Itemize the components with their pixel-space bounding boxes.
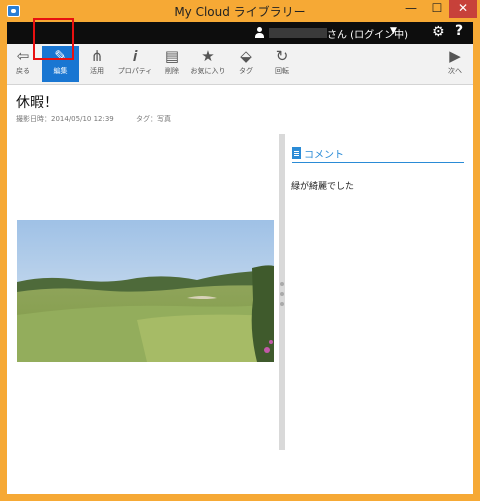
- favorite-label: お気に入り: [190, 67, 226, 75]
- minimize-button[interactable]: —: [398, 0, 424, 18]
- photo-tags[interactable]: タグ：写真: [136, 115, 171, 123]
- panel-splitter[interactable]: [279, 134, 285, 450]
- comment-title: コメント: [304, 150, 344, 161]
- highlight-box: [33, 18, 74, 60]
- comment-text[interactable]: 緑が綺麗でした: [291, 179, 354, 192]
- photo-image[interactable]: [17, 220, 274, 362]
- next-button[interactable]: ▶ 次へ: [441, 46, 469, 82]
- splitter-grip: [280, 302, 284, 306]
- properties-button[interactable]: 𝒊 プロパティ: [115, 46, 155, 82]
- photo-meta: 撮影日時：2014/05/10 12:39 タグ：写真: [16, 114, 171, 124]
- star-icon: ★: [201, 47, 215, 65]
- edit-label: 編集: [53, 67, 68, 75]
- properties-label: プロパティ: [117, 67, 153, 75]
- comment-header: コメント: [292, 146, 464, 163]
- rotate-button[interactable]: ↻ 回転: [268, 46, 296, 82]
- username-redacted: [269, 28, 327, 38]
- capture-date: 撮影日時：2014/05/10 12:39: [16, 115, 114, 123]
- toolbar: ⇦ 戻る ✎ 編集 ⋔ 活用 𝒊 プロパティ ▤ 削除 ★ お気に入り ⬙ タグ…: [7, 44, 473, 85]
- use-button[interactable]: ⋔ 活用: [83, 46, 111, 82]
- back-label: 戻る: [16, 67, 30, 75]
- app-window: My Cloud ライブラリー — ☐ ✕ さん (ログイン中) ▼ ⚙ ? ⇦…: [0, 0, 480, 501]
- share-icon: ⋔: [90, 47, 104, 65]
- next-label: 次へ: [448, 67, 462, 75]
- trash-icon: ▤: [164, 47, 180, 65]
- tag-button[interactable]: ⬙ タグ: [232, 46, 260, 82]
- rotate-icon: ↻: [275, 47, 289, 65]
- photo-title: 休暇！: [16, 95, 58, 111]
- splitter-grip: [280, 292, 284, 296]
- rotate-label: 回転: [275, 67, 289, 75]
- splitter-grip: [280, 282, 284, 286]
- app-content: さん (ログイン中) ▼ ⚙ ? ⇦ 戻る ✎ 編集 ⋔ 活用 𝒊 プロパティ: [7, 22, 473, 494]
- next-arrow-icon: ▶: [449, 47, 461, 65]
- account-bar: さん (ログイン中) ▼ ⚙ ?: [7, 22, 473, 44]
- help-icon[interactable]: ?: [455, 23, 463, 39]
- info-icon: 𝒊: [132, 47, 138, 65]
- delete-button[interactable]: ▤ 削除: [158, 46, 186, 82]
- use-label: 活用: [90, 67, 104, 75]
- user-icon: [255, 27, 264, 39]
- maximize-button[interactable]: ☐: [424, 0, 450, 18]
- golf-course-photo: [17, 220, 274, 362]
- close-button[interactable]: ✕: [449, 0, 477, 18]
- gear-icon[interactable]: ⚙: [432, 24, 445, 40]
- document-icon: [292, 147, 301, 159]
- tag-icon: ⬙: [240, 47, 252, 65]
- favorite-button[interactable]: ★ お気に入り: [188, 46, 228, 82]
- chevron-down-icon[interactable]: ▼: [390, 26, 397, 36]
- tag-label: タグ: [239, 67, 253, 75]
- delete-label: 削除: [165, 67, 179, 75]
